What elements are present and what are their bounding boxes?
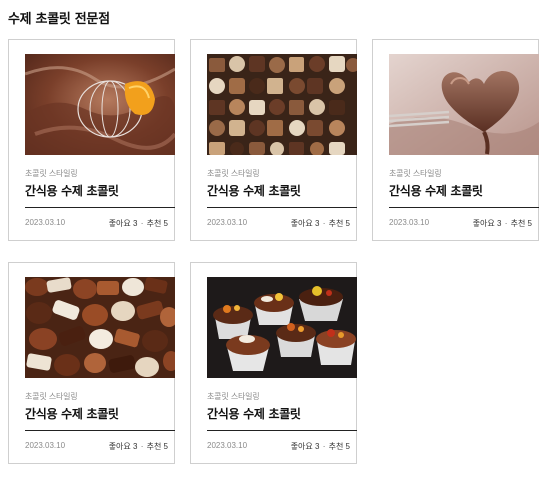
- chocolate-cupcakes-photo[interactable]: [207, 277, 357, 378]
- likes-count: 좋아요 3: [108, 219, 138, 228]
- card-date: 2023.03.10: [25, 441, 66, 450]
- card-title[interactable]: 간식용 수제 초콜릿: [207, 182, 301, 199]
- stats-separator: ·: [504, 219, 508, 228]
- recommend-count: 추천 5: [146, 442, 168, 451]
- card-stats: 좋아요 3 · 추천 5: [291, 441, 350, 452]
- product-card[interactable]: 초콜릿 스타일링 간식용 수제 초콜릿 2023.03.10 좋아요 3 · 추…: [190, 39, 357, 241]
- recommend-count: 추천 5: [146, 219, 168, 228]
- product-card[interactable]: 초콜릿 스타일링 간식용 수제 초콜릿 2023.03.10 좋아요 3 · 추…: [8, 262, 175, 464]
- card-title[interactable]: 간식용 수제 초콜릿: [25, 405, 119, 422]
- card-divider: [389, 207, 539, 208]
- card-divider: [25, 207, 175, 208]
- recommend-count: 추천 5: [510, 219, 532, 228]
- card-title[interactable]: 간식용 수제 초콜릿: [207, 405, 301, 422]
- card-date: 2023.03.10: [389, 218, 430, 227]
- stats-separator: ·: [140, 219, 144, 228]
- card-divider: [25, 430, 175, 431]
- card-category: 초콜릿 스타일링: [207, 392, 260, 401]
- card-divider: [207, 207, 357, 208]
- card-category: 초콜릿 스타일링: [207, 169, 260, 178]
- recommend-count: 추천 5: [328, 219, 350, 228]
- card-stats: 좋아요 3 · 추천 5: [109, 441, 168, 452]
- stats-separator: ·: [322, 442, 326, 451]
- card-category: 초콜릿 스타일링: [389, 169, 442, 178]
- likes-count: 좋아요 3: [108, 442, 138, 451]
- stats-separator: ·: [140, 442, 144, 451]
- card-stats: 좋아요 3 · 추천 5: [473, 218, 532, 229]
- card-title[interactable]: 간식용 수제 초콜릿: [25, 182, 119, 199]
- card-divider: [207, 430, 357, 431]
- heart-chocolate-fork-photo[interactable]: [389, 54, 539, 155]
- card-stats: 좋아요 3 · 추천 5: [291, 218, 350, 229]
- card-date: 2023.03.10: [207, 218, 248, 227]
- pile-of-chocolates-photo[interactable]: [25, 277, 175, 378]
- likes-count: 좋아요 3: [290, 219, 320, 228]
- card-category: 초콜릿 스타일링: [25, 169, 78, 178]
- card-stats: 좋아요 3 · 추천 5: [109, 218, 168, 229]
- recommend-count: 추천 5: [328, 442, 350, 451]
- card-date: 2023.03.10: [207, 441, 248, 450]
- stats-separator: ·: [322, 219, 326, 228]
- assorted-chocolate-grid-photo[interactable]: [207, 54, 357, 155]
- likes-count: 좋아요 3: [290, 442, 320, 451]
- card-date: 2023.03.10: [25, 218, 66, 227]
- melting-chocolate-whisk-photo[interactable]: [25, 54, 175, 155]
- card-title[interactable]: 간식용 수제 초콜릿: [389, 182, 483, 199]
- card-category: 초콜릿 스타일링: [25, 392, 78, 401]
- likes-count: 좋아요 3: [472, 219, 502, 228]
- page-title: 수제 초콜릿 전문점: [8, 12, 110, 27]
- product-card[interactable]: 초콜릿 스타일링 간식용 수제 초콜릿 2023.03.10 좋아요 3 · 추…: [190, 262, 357, 464]
- product-card[interactable]: 초콜릿 스타일링 간식용 수제 초콜릿 2023.03.10 좋아요 3 · 추…: [8, 39, 175, 241]
- product-card[interactable]: 초콜릿 스타일링 간식용 수제 초콜릿 2023.03.10 좋아요 3 · 추…: [372, 39, 539, 241]
